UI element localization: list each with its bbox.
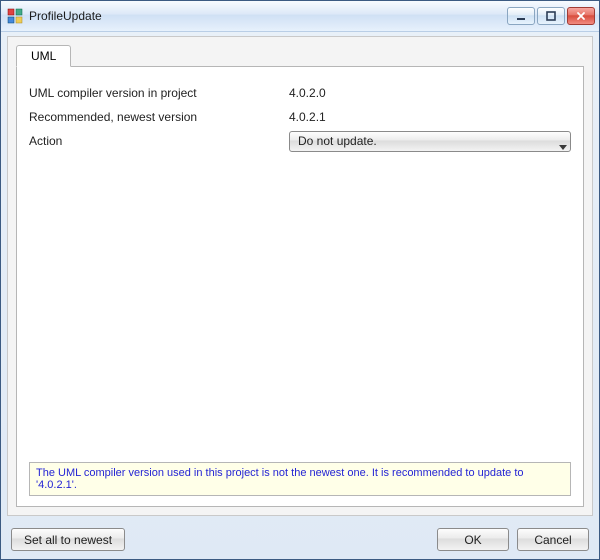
current-version-label: UML compiler version in project <box>29 86 289 100</box>
action-dropdown-value: Do not update. <box>298 134 377 148</box>
row-newest-version: Recommended, newest version 4.0.2.1 <box>29 105 571 129</box>
ok-label: OK <box>464 533 481 547</box>
info-message-text: The UML compiler version used in this pr… <box>36 467 564 491</box>
set-all-label: Set all to newest <box>24 533 112 547</box>
tab-label: UML <box>31 49 56 63</box>
client-area: UML UML compiler version in project 4.0.… <box>7 36 593 516</box>
chevron-down-icon <box>559 139 566 143</box>
window-button-group <box>507 7 595 25</box>
maximize-icon <box>546 11 556 21</box>
newest-version-label: Recommended, newest version <box>29 110 289 124</box>
profile-update-window: ProfileUpdate UML <box>0 0 600 560</box>
tabstrip: UML <box>16 45 584 67</box>
action-dropdown[interactable]: Do not update. <box>289 131 571 152</box>
titlebar[interactable]: ProfileUpdate <box>1 1 599 32</box>
content-spacer <box>29 153 571 462</box>
app-icon <box>7 8 23 24</box>
ok-button[interactable]: OK <box>437 528 509 551</box>
close-button[interactable] <box>567 7 595 25</box>
close-icon <box>576 11 586 21</box>
current-version-value: 4.0.2.0 <box>289 86 326 100</box>
action-label: Action <box>29 134 289 148</box>
tab-uml[interactable]: UML <box>16 45 71 67</box>
row-action: Action Do not update. <box>29 129 571 153</box>
maximize-button[interactable] <box>537 7 565 25</box>
info-message-box: The UML compiler version used in this pr… <box>29 462 571 496</box>
minimize-button[interactable] <box>507 7 535 25</box>
cancel-button[interactable]: Cancel <box>517 528 589 551</box>
cancel-label: Cancel <box>534 533 571 547</box>
window-title: ProfileUpdate <box>29 9 507 23</box>
set-all-to-newest-button[interactable]: Set all to newest <box>11 528 125 551</box>
tab-page-uml: UML compiler version in project 4.0.2.0 … <box>16 66 584 507</box>
row-current-version: UML compiler version in project 4.0.2.0 <box>29 81 571 105</box>
bottom-button-bar: Set all to newest OK Cancel <box>1 522 599 559</box>
newest-version-value: 4.0.2.1 <box>289 110 326 124</box>
minimize-icon <box>516 11 526 21</box>
